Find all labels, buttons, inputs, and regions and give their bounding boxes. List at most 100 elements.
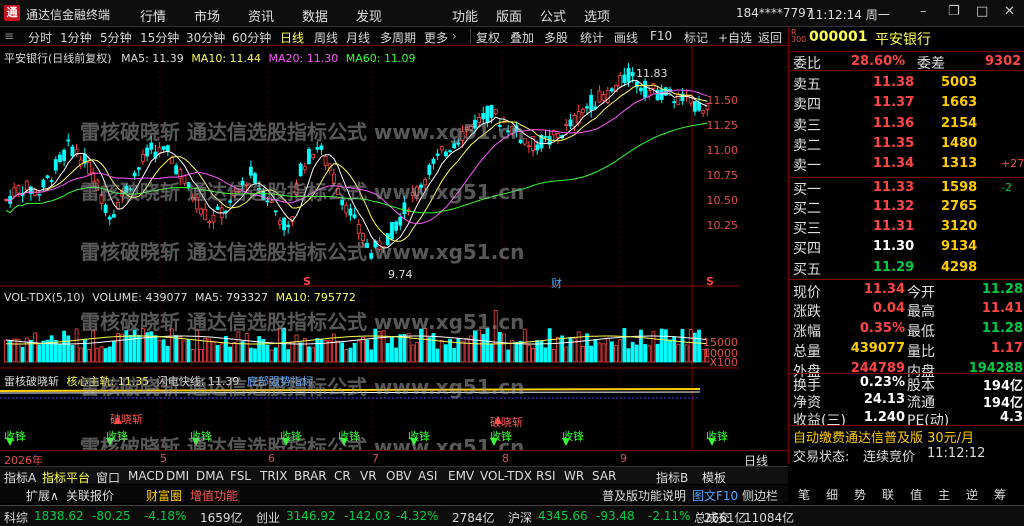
tab-60min[interactable]: 60分钟 (232, 29, 271, 46)
statistics-button[interactable]: 统计 (580, 29, 604, 46)
trade-tool-icon[interactable]: 值 (910, 486, 922, 503)
trade-tool-icon[interactable]: 筹 (994, 486, 1006, 503)
buy-level-row[interactable]: 买三 11.31 3120 (789, 217, 1024, 237)
indicator-tab[interactable]: 指标A (4, 469, 36, 486)
indicator-tab[interactable]: WR (564, 469, 584, 483)
finance-mark[interactable]: 财 (551, 275, 562, 291)
indicator-tab[interactable]: CR (334, 469, 351, 483)
volume-bar (443, 344, 448, 363)
add-watchlist-button[interactable]: +自选 (718, 29, 752, 46)
menu-formula[interactable]: 公式 (540, 6, 566, 25)
buy-level-row[interactable]: 买一 11.33 1598 -2 (789, 176, 1024, 198)
tab-multi-period[interactable]: 多周期 (380, 29, 416, 46)
stock-name[interactable]: 平安银行 (875, 29, 931, 49)
sell-level-row[interactable]: 卖五 11.38 5003 (789, 73, 1024, 93)
trade-tool-icon[interactable]: 笔 (798, 486, 810, 503)
tab-intraday[interactable]: 分时 (28, 29, 52, 46)
sell-level-row[interactable]: 卖二 11.35 1480 (789, 134, 1024, 154)
promo-text[interactable]: 自动缴费通达信普及版 30元/月 (793, 427, 974, 446)
buy-level-row[interactable]: 买二 11.32 2765 (789, 197, 1024, 217)
volume-bar (323, 340, 328, 363)
tab-more[interactable]: 更多 (424, 29, 448, 46)
indicator-tab[interactable]: RSI (536, 469, 556, 483)
f10-button[interactable]: F10 (650, 29, 672, 43)
s-mark[interactable]: S (706, 275, 714, 288)
buy-level-row[interactable]: 买五 11.29 4298 (789, 258, 1024, 278)
index-percent: -2.11% (648, 509, 691, 523)
indicator-tab[interactable]: 指标B (656, 469, 688, 486)
indicator-tab[interactable]: EMV (448, 469, 474, 483)
menu-quotes[interactable]: 行情 (140, 6, 166, 25)
sell-level-row[interactable]: 卖四 11.37 1663 (789, 93, 1024, 113)
trade-time: 11:12:12 (927, 446, 986, 461)
back-button[interactable]: 返回 (758, 29, 782, 46)
menu-market[interactable]: 市场 (194, 6, 220, 25)
trade-tool-icon[interactable]: 主 (938, 486, 950, 503)
chevron-right-icon[interactable]: › (452, 29, 457, 43)
tab-5min[interactable]: 5分钟 (100, 29, 132, 46)
overlay-button[interactable]: 叠加 (510, 29, 534, 46)
adjust-button[interactable]: 复权 (476, 29, 500, 46)
candle-body (248, 166, 253, 176)
buy-level-row[interactable]: 买四 11.30 9134 (789, 237, 1024, 257)
candle-body (112, 214, 116, 218)
volume-bar (639, 329, 643, 363)
indicator-tab[interactable]: ASI (418, 469, 437, 483)
tab-1min[interactable]: 1分钟 (60, 29, 92, 46)
f10-link[interactable]: 图文F10 (692, 487, 738, 504)
level-label: 买四 (793, 241, 821, 258)
volume-bar (58, 344, 62, 363)
expand-button[interactable]: 扩展∧ (26, 487, 59, 504)
maximize-icon[interactable]: □ (976, 4, 988, 19)
indicator-tab[interactable]: BRAR (294, 469, 327, 483)
indicator-tab[interactable]: FSL (230, 469, 251, 483)
promo-banner[interactable]: 自动缴费通达信普及版 30元/月 (789, 425, 1024, 446)
sell-level-row[interactable]: 卖一 11.34 1313 +27 (789, 154, 1024, 174)
minimize-icon[interactable]: – (920, 4, 927, 19)
stock-code[interactable]: 000001 (809, 29, 867, 45)
tab-daily[interactable]: 日线 (280, 29, 304, 46)
multi-stock-button[interactable]: 多股 (544, 29, 568, 46)
trade-tool-icon[interactable]: 势 (854, 486, 866, 503)
volume-bar (448, 338, 452, 363)
s-mark[interactable]: S (303, 275, 311, 288)
value-added-button[interactable]: 增值功能 (190, 487, 238, 504)
mark-button[interactable]: 标记 (684, 29, 708, 46)
indicator-tab[interactable]: VOL-TDX (480, 469, 532, 483)
indicator-tab[interactable]: OBV (386, 469, 412, 483)
draw-line-button[interactable]: 画线 (614, 29, 638, 46)
indicator-tab[interactable]: SAR (592, 469, 616, 483)
menu-discover[interactable]: 发现 (356, 6, 382, 25)
tab-30min[interactable]: 30分钟 (186, 29, 225, 46)
tab-monthly[interactable]: 月线 (346, 29, 370, 46)
menu-news[interactable]: 资讯 (248, 6, 274, 25)
account-id[interactable]: 184****7797 (736, 6, 813, 20)
restore-icon[interactable]: ❐ (948, 4, 960, 19)
close-icon[interactable]: ✕ (1004, 4, 1015, 19)
period-toolbar: ≡ 分时 1分钟 5分钟 15分钟 30分钟 60分钟 日线 周线 月线 多周期… (0, 27, 788, 46)
indicator-tab[interactable]: 指标平台 (42, 469, 90, 486)
wealth-circle-button[interactable]: 财富圈 (146, 487, 182, 504)
menu-layout[interactable]: 版面 (496, 6, 522, 25)
indicator-tab[interactable]: TRIX (260, 469, 287, 483)
guide-link[interactable]: 普及版功能说明 (602, 487, 686, 504)
tab-15min[interactable]: 15分钟 (140, 29, 179, 46)
trade-tool-icon[interactable]: 逆 (966, 486, 978, 503)
sell-level-row[interactable]: 卖三 11.36 2154 (789, 114, 1024, 134)
chart-area[interactable]: 平安银行(日线前复权) MA5: 11.39 MA10: 11.44 MA20:… (0, 46, 740, 464)
sidebar-toggle[interactable]: 侧边栏 (742, 487, 778, 504)
menu-options[interactable]: 选项 (584, 6, 610, 25)
indicator-tab[interactable]: DMA (196, 469, 224, 483)
tab-weekly[interactable]: 周线 (314, 29, 338, 46)
trade-tool-icon[interactable]: 联 (882, 486, 894, 503)
menu-function[interactable]: 功能 (452, 6, 478, 25)
indicator-tab[interactable]: 模板 (702, 469, 726, 486)
menu-data[interactable]: 数据 (302, 6, 328, 25)
candle-body (307, 149, 311, 165)
indicator-tab[interactable]: VR (360, 469, 377, 483)
indicator-tab[interactable]: MACD (128, 469, 164, 483)
indicator-tab[interactable]: 窗口 (96, 469, 120, 486)
trade-tool-icon[interactable]: 细 (826, 486, 838, 503)
related-quote-button[interactable]: 关联报价 (66, 487, 114, 504)
indicator-tab[interactable]: DMI (166, 469, 189, 483)
